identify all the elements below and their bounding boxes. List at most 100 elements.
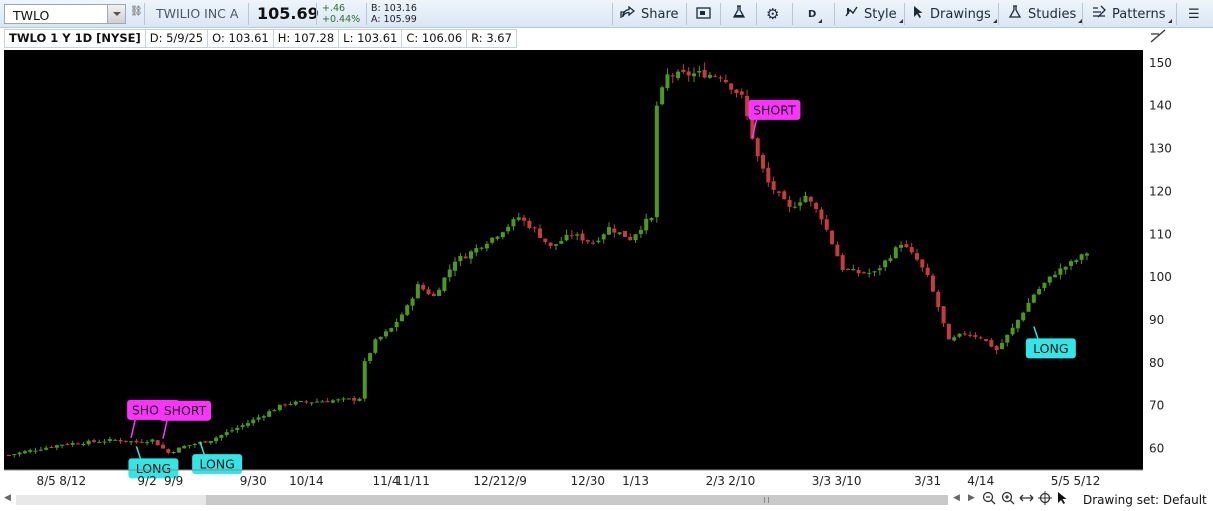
dropdown-icon[interactable]: [107, 5, 125, 23]
drawing-set-label[interactable]: Drawing set: Default: [1083, 493, 1207, 507]
zoom-in-icon[interactable]: [1001, 491, 1015, 509]
cursor-icon: [912, 5, 924, 23]
divider: [1082, 3, 1083, 25]
candle-body: [405, 305, 410, 315]
candle-body: [129, 441, 134, 443]
scrollbar-thumb[interactable]: [206, 495, 948, 505]
divider: [834, 3, 835, 25]
candle-body: [293, 401, 298, 405]
candle-body: [691, 73, 696, 77]
candle-body: [681, 69, 686, 73]
candle-body: [219, 435, 224, 438]
symbol-input[interactable]: TWLO: [4, 4, 126, 24]
studies-flask-icon: [1008, 5, 1022, 23]
candle-body: [1069, 261, 1073, 266]
time-tick-label: 8/5: [37, 474, 56, 488]
scrollbar-grip: [764, 497, 769, 503]
candle-body: [575, 234, 580, 236]
candle-body: [830, 230, 835, 245]
candle-body: [44, 447, 49, 450]
share-button[interactable]: Share: [620, 0, 679, 28]
scroll-back-icon[interactable]: ◀: [953, 493, 960, 503]
flask-button[interactable]: [732, 0, 746, 28]
patterns-button[interactable]: Patterns: [1092, 0, 1172, 28]
screenshot-button[interactable]: [696, 0, 711, 28]
drawings-button[interactable]: Drawings: [912, 0, 997, 28]
candle-body: [978, 337, 983, 339]
candle-body: [299, 401, 304, 403]
candle-body: [325, 401, 330, 403]
screenshot-icon: [696, 6, 711, 23]
flask-icon: [732, 5, 746, 23]
candle-body: [431, 293, 436, 297]
candle-body: [479, 247, 484, 249]
bar-high: H: 107.28: [273, 29, 340, 48]
time-tick-label: 8/12: [59, 474, 86, 488]
zoom-out-icon[interactable]: [982, 491, 996, 509]
candle-body: [330, 400, 335, 403]
share-label: Share: [641, 6, 679, 22]
candle-body: [208, 441, 213, 443]
candle-body: [909, 247, 914, 253]
period-button[interactable]: D: [808, 0, 823, 28]
candle-body: [798, 202, 803, 206]
style-button[interactable]: Style: [844, 0, 903, 28]
candle-body: [814, 202, 819, 209]
divider: [686, 3, 687, 25]
candle-body: [962, 333, 967, 335]
candle-body: [1074, 260, 1079, 262]
candle-body: [856, 269, 861, 274]
candle-body: [107, 439, 112, 442]
studies-label: Studies: [1028, 6, 1077, 22]
bar-date: D: 5/9/25: [145, 29, 209, 48]
pan-icon[interactable]: [1019, 491, 1034, 509]
style-label: Style: [864, 6, 897, 22]
candle-body: [336, 399, 341, 401]
scroll-forward-icon[interactable]: ▶: [968, 493, 975, 503]
candle-body: [256, 417, 261, 420]
candle-body: [437, 289, 442, 297]
crosshair-icon[interactable]: [1038, 491, 1052, 509]
candle-body: [559, 241, 564, 244]
candle-body: [171, 452, 176, 454]
candle-body: [776, 191, 781, 193]
candle-body: [341, 398, 346, 400]
company-name: TWILIO INC A: [156, 6, 239, 21]
candle-body: [17, 452, 22, 455]
candle-body: [500, 232, 505, 238]
price-axis[interactable]: 60 70 80 90 100 110 120 130 140 150: [1149, 56, 1172, 456]
short-signal-label: SHORT: [753, 102, 796, 117]
candle-body: [453, 261, 458, 271]
candle-body: [22, 451, 27, 454]
candle-body: [346, 398, 351, 400]
change-percent: +0.44%: [322, 14, 361, 25]
toolbar: TWLO ⛓ TWILIO INC A 105.69 +.46 +0.44% B…: [0, 0, 1213, 28]
draw-tool-icon[interactable]: [1150, 29, 1166, 47]
divider: [720, 3, 721, 25]
pointer-icon[interactable]: [1056, 491, 1068, 509]
candle-body: [851, 268, 856, 271]
candle-body: [548, 242, 553, 246]
menu-button[interactable]: ☰: [1188, 0, 1200, 28]
candle-body: [447, 269, 452, 278]
candle-body: [399, 314, 404, 322]
time-scrollbar[interactable]: [16, 495, 948, 505]
candle-body: [426, 289, 431, 295]
candle-body: [543, 238, 548, 242]
settings-button[interactable]: ⚙: [766, 0, 779, 28]
candle-body: [474, 248, 479, 253]
candle-body: [304, 401, 309, 403]
link-icon[interactable]: ⛓: [130, 6, 143, 22]
share-icon: [620, 5, 636, 23]
candle-body: [930, 275, 935, 292]
price-chart[interactable]: SHORTSHORTLONG LONGSHORTLONG 607080901001…: [0, 48, 1213, 490]
studies-button[interactable]: Studies: [1008, 0, 1083, 28]
bar-close: C: 106.06: [402, 29, 468, 48]
time-tick-label: 5/5: [1051, 474, 1070, 488]
candle-body: [989, 339, 994, 347]
divider: [316, 3, 317, 25]
bid-ask: B: 103.16 A: 105.99: [371, 3, 417, 25]
candle-body: [102, 441, 107, 443]
candle-body: [12, 454, 17, 456]
scroll-left-icon[interactable]: ◀: [4, 493, 11, 503]
